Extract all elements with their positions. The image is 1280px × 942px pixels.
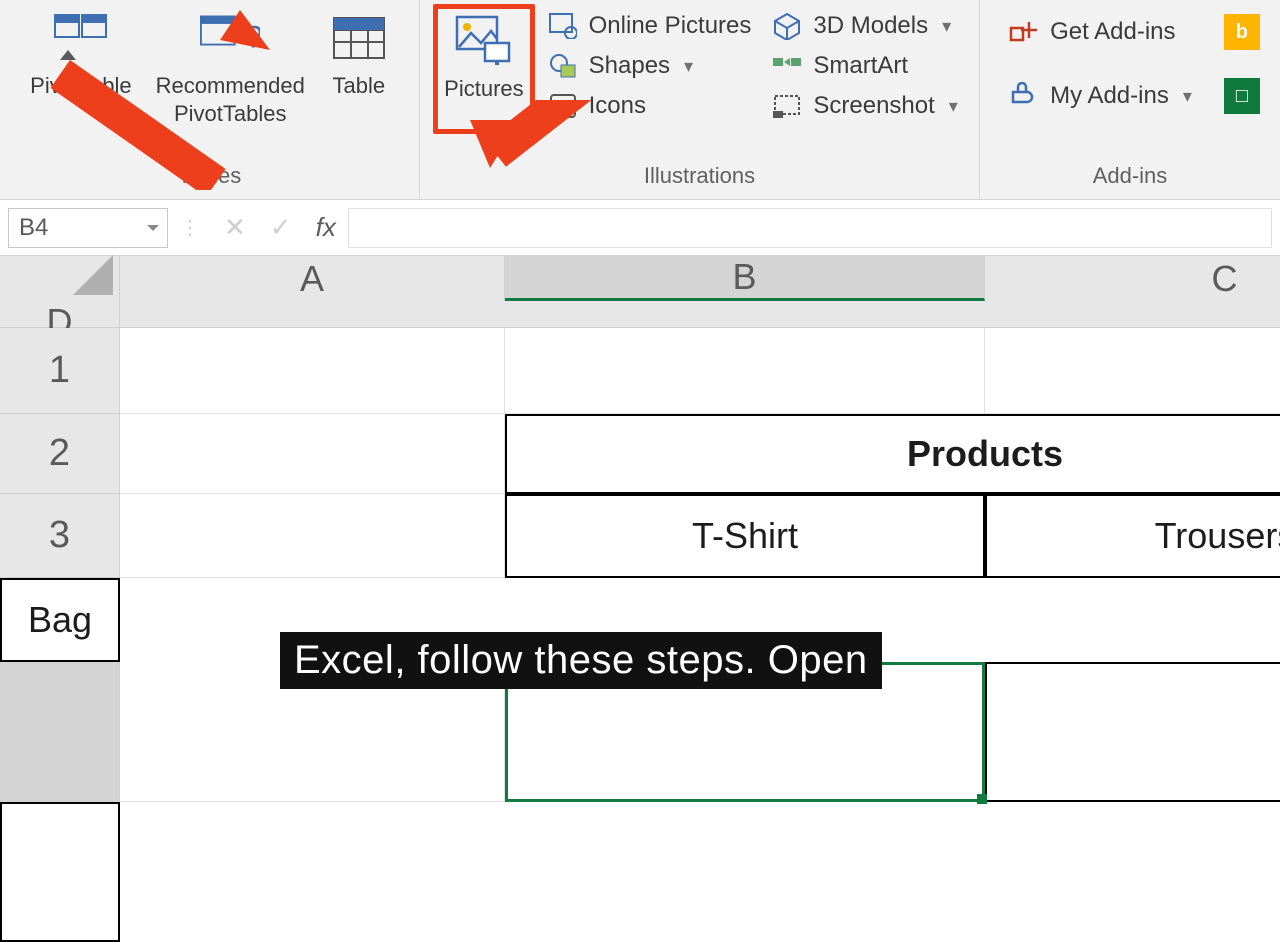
icons-icon [547,90,579,122]
cell-C3[interactable]: Trousers [985,494,1280,578]
table-button[interactable]: Table [319,4,399,134]
row-header-4[interactable] [0,662,120,802]
my-addins-label: My Add-ins [1050,82,1169,110]
video-caption: Excel, follow these steps. Open [280,632,882,689]
addins-group-label: Add-ins [988,157,1272,199]
name-box-value: B4 [19,214,48,242]
online-pictures-label: Online Pictures [589,12,752,40]
tables-group-label: Tables [8,157,411,199]
cell-B1[interactable] [505,328,985,414]
screenshot-button[interactable]: Screenshot ▾ [763,88,965,124]
name-box[interactable]: B4 [8,208,168,248]
screenshot-icon [771,90,803,122]
chevron-down-icon: ▾ [949,96,958,117]
pictures-label: Pictures [444,75,523,103]
pivottable-icon [51,8,111,68]
ribbon: PivotTable ? Recommended PivotTables Tab… [0,0,1280,200]
enter-formula-icon[interactable]: ✓ [270,212,292,243]
row-header-3[interactable]: 3 [0,494,120,578]
svg-text:?: ? [245,18,260,54]
row-2: 2 Products [0,414,1280,494]
cancel-formula-icon[interactable]: ✕ [224,212,246,243]
3d-models-label: 3D Models [813,12,928,40]
row-header-2[interactable]: 2 [0,414,120,494]
cell-D3[interactable]: Bag [0,578,120,662]
table-label: Table [333,72,386,100]
recommended-pivottables-button[interactable]: ? Recommended PivotTables [146,4,315,134]
online-pictures-icon [547,10,579,42]
pictures-button[interactable]: Pictures [433,4,534,134]
ribbon-group-illustrations: Pictures Online Pictures Shapes ▾ [420,0,980,199]
get-addins-label: Get Add-ins [1050,18,1175,46]
worksheet-grid: A B C D 1 2 Products 3 T-Shirt Trousers … [0,256,1280,942]
ribbon-group-addins: Get Add-ins My Add-ins ▾ b □ Add-ins [980,0,1280,199]
column-header-A[interactable]: A [120,256,505,301]
formula-input[interactable] [348,208,1272,248]
smartart-icon [771,50,803,82]
my-addins-icon [1008,80,1040,112]
cell-A1[interactable] [120,328,505,414]
formula-bar: B4 ⋮ ✕ ✓ fx [0,200,1280,256]
pictures-icon [454,11,514,71]
pivottable-button[interactable]: PivotTable [20,4,142,134]
row-4 [0,662,1280,942]
recommended-pivottables-label: Recommended PivotTables [156,72,305,127]
addin-square-icon[interactable]: □ [1224,78,1260,114]
pivottable-label: PivotTable [30,72,132,100]
table-icon [329,8,389,68]
recommended-pivottables-icon: ? [200,8,260,68]
chevron-down-icon: ▾ [1183,86,1192,107]
shapes-label: Shapes [589,52,670,80]
3d-models-icon [771,10,803,42]
bing-addin-icon[interactable]: b [1224,14,1260,50]
cell-C4[interactable] [985,662,1280,802]
chevron-down-icon: ▾ [684,56,693,77]
row-header-1[interactable]: 1 [0,328,120,414]
cell-C1[interactable] [985,328,1280,414]
smartart-button[interactable]: SmartArt [763,48,965,84]
get-addins-button[interactable]: Get Add-ins [1000,14,1200,50]
shapes-icon [547,50,579,82]
dots-icon: ⋮ [180,215,200,240]
cell-D4[interactable] [0,802,120,942]
my-addins-button[interactable]: My Add-ins ▾ [1000,78,1200,114]
cell-A3[interactable] [120,494,505,578]
chevron-down-icon: ▾ [942,16,951,37]
get-addins-icon [1008,16,1040,48]
icons-label: Icons [589,92,646,120]
illustrations-group-label: Illustrations [428,157,971,199]
ribbon-group-tables: PivotTable ? Recommended PivotTables Tab… [0,0,420,199]
icons-button[interactable]: Icons [539,88,760,124]
row-1: 1 [0,328,1280,414]
cell-A2[interactable] [120,414,505,494]
online-pictures-button[interactable]: Online Pictures [539,8,760,44]
3d-models-button[interactable]: 3D Models ▾ [763,8,965,44]
smartart-label: SmartArt [813,52,908,80]
cell-B3[interactable]: T-Shirt [505,494,985,578]
select-all-cell[interactable] [0,256,120,301]
column-header-C[interactable]: C [985,256,1280,301]
cell-products-header[interactable]: Products [505,414,1280,494]
fx-button[interactable]: fx [316,212,336,243]
column-header-B[interactable]: B [505,256,985,301]
screenshot-label: Screenshot [813,92,934,120]
shapes-button[interactable]: Shapes ▾ [539,48,760,84]
